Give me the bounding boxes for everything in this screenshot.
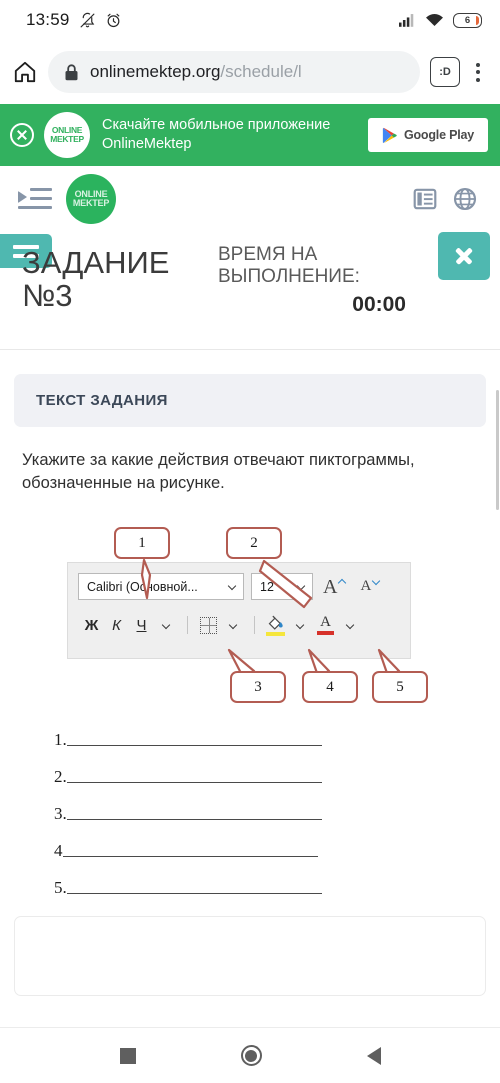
answer-row: 1. bbox=[54, 730, 486, 750]
timer-block: ВРЕМЯ НА ВЫПОЛНЕНИЕ: 00:00 bbox=[218, 244, 418, 317]
answer-blank-line bbox=[66, 819, 322, 821]
promo-text-line1: Скачайте мобильное приложение bbox=[102, 117, 331, 134]
url-text: onlinemektep.org/schedule/l bbox=[90, 62, 302, 82]
url-domain: onlinemektep.org bbox=[90, 62, 221, 81]
list-icon[interactable] bbox=[412, 186, 438, 212]
close-circle-icon[interactable] bbox=[10, 123, 34, 147]
task-title-line2: №3 bbox=[22, 278, 73, 314]
status-time: 13:59 bbox=[26, 10, 70, 29]
section-header-task-text: ТЕКСТ ЗАДАНИЯ bbox=[14, 374, 486, 427]
promo-logo-line2: MEKTEP bbox=[50, 134, 84, 144]
google-play-button[interactable]: Google Play bbox=[368, 118, 488, 152]
answer-blank-line bbox=[66, 745, 322, 747]
timer-value: 00:00 bbox=[352, 293, 406, 317]
answer-row: 3. bbox=[54, 804, 486, 824]
page-title: ЗАДАНИЕ №3 bbox=[22, 246, 212, 312]
callout-bubble-3: 3 bbox=[230, 671, 286, 704]
page-scrollbar[interactable] bbox=[496, 390, 499, 510]
promo-text-line2: OnlineMektep bbox=[102, 136, 192, 152]
answer-number: 3. bbox=[54, 804, 67, 824]
callout-bubble-4: 4 bbox=[302, 671, 358, 704]
promo-text: Скачайте мобильное приложение OnlineMekt… bbox=[100, 116, 358, 154]
timer-label-line2: ВЫПОЛНЕНИЕ: bbox=[218, 266, 360, 288]
lock-icon bbox=[65, 63, 78, 80]
task-content: ТЕКСТ ЗАДАНИЯ Укажите за какие действия … bbox=[0, 350, 500, 899]
callout-bubble-2: 2 bbox=[226, 527, 282, 560]
wifi-icon bbox=[426, 13, 443, 26]
address-bar[interactable]: onlinemektep.org/schedule/l bbox=[48, 51, 420, 93]
signal-icon bbox=[399, 14, 414, 27]
close-icon bbox=[454, 246, 474, 266]
kebab-menu-icon[interactable] bbox=[470, 59, 486, 86]
answer-row: 5. bbox=[54, 878, 486, 898]
promo-logo: ONLINE MEKTEP bbox=[44, 112, 90, 158]
google-play-icon bbox=[382, 127, 397, 143]
battery-indicator: 6 bbox=[453, 12, 482, 28]
timer-label-line1: ВРЕМЯ НА bbox=[218, 244, 318, 265]
home-icon[interactable] bbox=[12, 59, 38, 85]
bell-off-icon bbox=[80, 12, 95, 27]
circle-home-icon[interactable] bbox=[240, 1045, 262, 1066]
answer-lines: 1. 2. 3. 4 5. bbox=[14, 720, 486, 898]
close-task-button[interactable] bbox=[438, 232, 490, 280]
dino-game-icon[interactable]: :D bbox=[430, 57, 460, 87]
answer-number: 1. bbox=[54, 730, 67, 750]
answer-blank-line bbox=[62, 856, 318, 858]
status-bar-left: 13:59 bbox=[26, 10, 122, 30]
answer-row: 4 bbox=[54, 841, 486, 861]
answer-row: 2. bbox=[54, 767, 486, 787]
triangle-back-icon[interactable] bbox=[366, 1046, 381, 1065]
answer-input-card[interactable] bbox=[14, 916, 486, 997]
status-bar-right: 6 bbox=[399, 12, 482, 28]
timer-label: ВРЕМЯ НА ВЫПОЛНЕНИЕ: bbox=[218, 244, 418, 288]
answer-number: 2. bbox=[54, 767, 67, 787]
url-path: /schedule/l bbox=[220, 62, 302, 81]
callout-bubble-5: 5 bbox=[372, 671, 428, 704]
task-title-line1: ЗАДАНИЕ bbox=[22, 245, 170, 280]
task-question-text: Укажите за какие действия отвечают пикто… bbox=[22, 451, 415, 493]
callout-bubble-1: 1 bbox=[114, 527, 170, 560]
site-logo[interactable]: ONLINE MEKTEP bbox=[66, 174, 116, 224]
site-logo-line2: MEKTEP bbox=[72, 198, 110, 208]
answer-blank-line bbox=[66, 893, 322, 895]
alarm-icon bbox=[107, 13, 119, 27]
sidebar-toggle-icon[interactable] bbox=[18, 188, 52, 210]
battery-level: 6 bbox=[464, 14, 471, 26]
answer-number: 5. bbox=[54, 878, 67, 898]
answer-number: 4 bbox=[54, 841, 63, 861]
task-header: ЗАДАНИЕ №3 ВРЕМЯ НА ВЫПОЛНЕНИЕ: 00:00 bbox=[0, 232, 500, 350]
task-figure: Calibri (Основной... 12 A A Ж К Ч A 1 2 … bbox=[14, 505, 486, 720]
android-navigation-bar bbox=[0, 1027, 500, 1083]
status-bar: 13:59 6 bbox=[0, 0, 500, 40]
square-recents-icon[interactable] bbox=[119, 1047, 136, 1064]
browser-toolbar: onlinemektep.org/schedule/l :D bbox=[0, 40, 500, 104]
globe-icon[interactable] bbox=[452, 186, 478, 212]
answer-blank-line bbox=[66, 782, 322, 784]
app-promo-banner: ONLINE MEKTEP Скачайте мобильное приложе… bbox=[0, 104, 500, 166]
site-navigation-bar: ONLINE MEKTEP bbox=[0, 166, 500, 232]
google-play-label: Google Play bbox=[403, 128, 475, 142]
